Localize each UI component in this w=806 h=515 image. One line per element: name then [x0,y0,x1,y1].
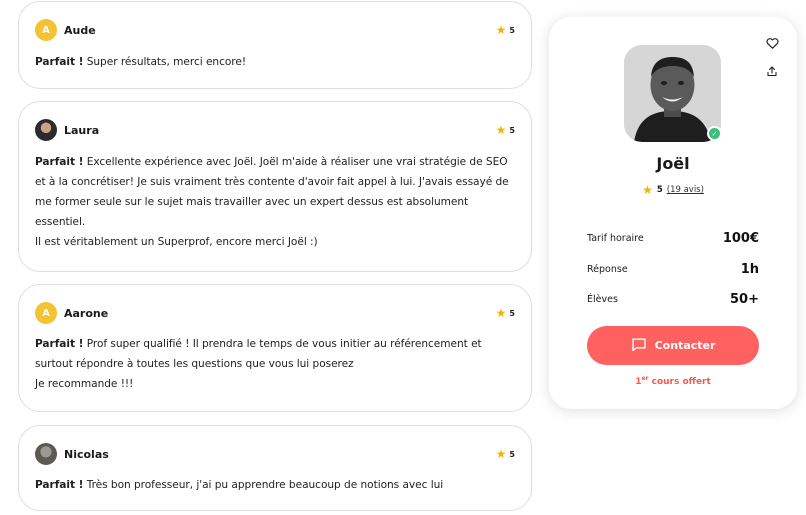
tutor-rating: ★ 5 (19 avis) [549,184,797,196]
stat-label: Tarif horaire [587,233,644,244]
review-text: Parfait ! Très bon professeur, j'ai pu a… [35,475,517,495]
stat-value: 1h [740,262,759,277]
review-author: Laura [64,123,100,137]
share-icon[interactable] [764,63,780,79]
verified-badge-icon: ✓ [707,126,722,141]
review-rating: ★ 5 [496,448,515,460]
stat-response-time: Réponse 1h [587,262,759,277]
contact-button[interactable]: Contacter [587,326,759,365]
review-card: Nicolas ★ 5 Parfait ! Très bon professeu… [18,425,532,511]
tutor-photo [624,45,721,142]
review-rating: ★ 5 [496,307,515,319]
review-card: A Aude ★ 5 Parfait ! Super résultats, me… [18,1,532,89]
stat-students: Élèves 50+ [587,292,759,307]
review-line: me former seule sur le sujet mais travai… [35,196,469,208]
stat-label: Réponse [587,264,628,275]
avatar: A [35,302,57,324]
review-author: Aude [64,23,96,37]
review-header: Laura ★ 5 [35,118,515,142]
star-icon: ★ [495,123,507,137]
review-line: essentiel. [35,216,86,228]
review-lead: Parfait ! [35,56,84,68]
review-rating: ★ 5 [496,24,515,36]
review-header: A Aude ★ 5 [35,18,515,42]
star-icon: ★ [495,447,507,461]
review-author: Nicolas [64,447,109,461]
avatar: A [35,19,57,41]
review-line: surtout répondre à toutes les questions … [35,358,354,370]
message-icon [631,337,647,355]
review-line: Je recommande !!! [35,378,134,390]
contact-button-label: Contacter [654,339,716,352]
tutor-name: Joël [656,154,690,173]
stat-value: 50+ [730,292,759,307]
star-icon: ★ [495,23,507,37]
review-rating: ★ 5 [496,124,515,136]
review-rating-value: 5 [509,25,515,35]
tutor-rating-value: 5 [656,185,663,195]
review-lead: Parfait ! [35,338,84,350]
avatar [35,443,57,465]
stat-value: 100€ [722,231,759,246]
heart-icon[interactable] [764,35,780,51]
avatar [35,119,57,141]
star-icon: ★ [495,306,507,320]
review-card: A Aarone ★ 5 Parfait ! Prof super qualif… [18,284,532,412]
review-rating-value: 5 [509,308,515,318]
review-lead: Parfait ! [35,479,84,491]
review-line: et à la concrétiser! Je suis vraiment tr… [35,176,509,188]
review-lead: Parfait ! [35,156,84,168]
review-rating-value: 5 [509,449,515,459]
tutor-page: A Aude ★ 5 Parfait ! Super résultats, me… [0,0,806,515]
offer-suffix: cours offert [648,377,711,387]
review-line: Super résultats, merci encore! [86,56,247,68]
first-lesson-free: 1er cours offert [549,375,797,387]
stat-label: Élèves [587,294,618,305]
review-text: Parfait ! Excellente expérience avec Joë… [35,152,517,252]
review-line: Très bon professeur, j'ai pu apprendre b… [86,479,444,491]
review-card: Laura ★ 5 Parfait ! Excellente expérienc… [18,101,532,272]
review-line: Il est véritablement un Superprof, encor… [35,236,318,248]
review-text: Parfait ! Prof super qualifié ! Il prend… [35,334,517,394]
reviews-count-link[interactable]: (19 avis) [667,185,704,195]
review-rating-value: 5 [509,125,515,135]
review-line: Prof super qualifié ! Il prendra le temp… [86,338,482,350]
review-header: Nicolas ★ 5 [35,442,515,466]
review-header: A Aarone ★ 5 [35,301,515,325]
stat-hourly-rate: Tarif horaire 100€ [587,231,759,246]
review-line: Excellente expérience avec Joël. Joël m'… [86,156,508,168]
star-icon: ★ [642,183,653,197]
review-author: Aarone [64,306,109,320]
review-text: Parfait ! Super résultats, merci encore! [35,52,517,72]
tutor-profile-card: ✓ Joël ★ 5 (19 avis) Tarif horaire 100€ … [549,17,797,409]
